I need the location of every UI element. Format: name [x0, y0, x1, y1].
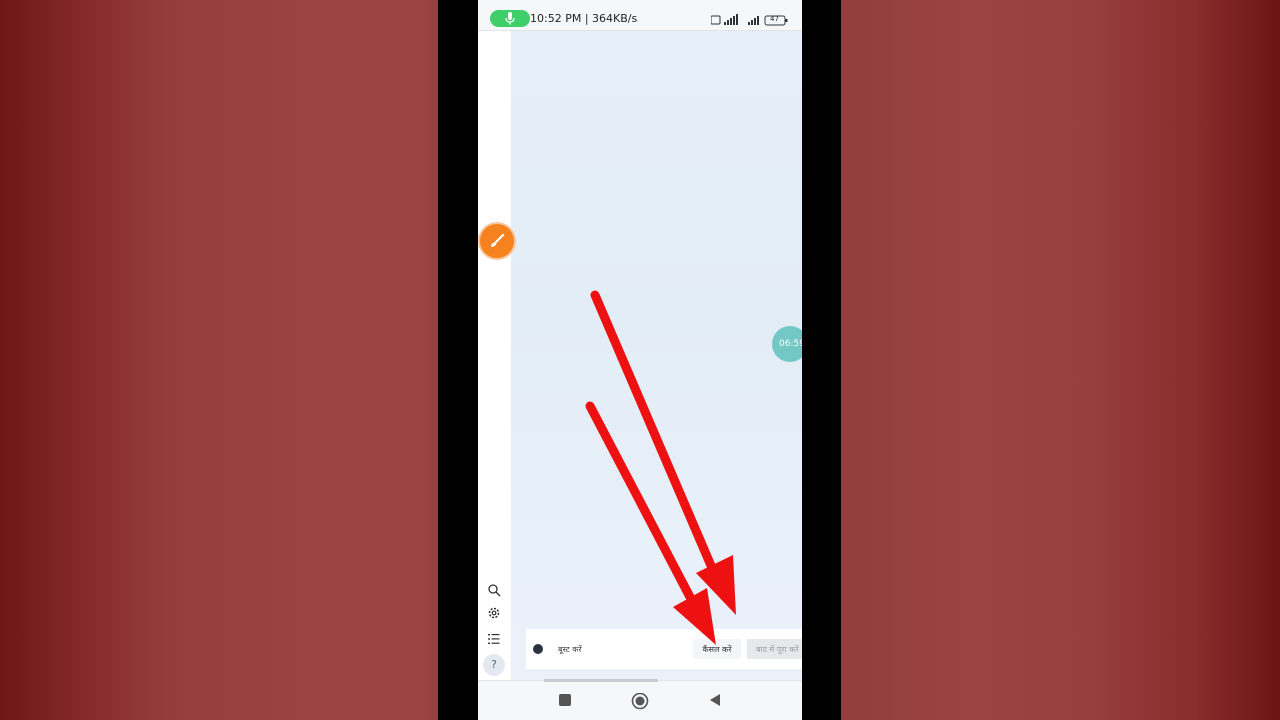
boost-label: बूस्ट करें [558, 645, 582, 654]
list-icon[interactable] [487, 632, 501, 646]
back-triangle-icon[interactable] [708, 693, 722, 707]
toggle-knob [533, 644, 543, 654]
gear-icon[interactable] [487, 606, 501, 620]
complete-later-button[interactable]: बाद में पूरा करें [747, 639, 802, 659]
status-bar: 10:52 PM | 364KB/s 47 [478, 0, 802, 31]
status-time-speed: 10:52 PM | 364KB/s [530, 12, 638, 25]
battery-level: 47 [770, 15, 779, 23]
microphone-icon [505, 12, 515, 25]
content-area [511, 31, 802, 680]
mic-indicator[interactable] [490, 10, 530, 27]
timer-bubble[interactable]: 06:59 [772, 326, 802, 362]
paintbrush-icon [491, 233, 505, 247]
cancel-button[interactable]: कैंसल करें [693, 639, 741, 659]
help-icon[interactable]: ? [483, 654, 505, 676]
navigation-bar [478, 679, 802, 720]
paintbrush-button[interactable] [480, 224, 514, 258]
recents-square-icon[interactable] [558, 693, 572, 707]
nav-indicator [544, 679, 658, 682]
status-icons: 47 [710, 12, 791, 26]
bottom-action-bar: बूस्ट करें कैंसल करें बाद में पूरा करें [526, 629, 802, 669]
search-icon[interactable] [487, 583, 501, 597]
phone-screen: 10:52 PM | 364KB/s 47 06:5 ? बूस्ट करें … [478, 0, 802, 720]
boost-toggle[interactable] [531, 643, 551, 655]
home-circle-icon[interactable] [631, 693, 649, 711]
